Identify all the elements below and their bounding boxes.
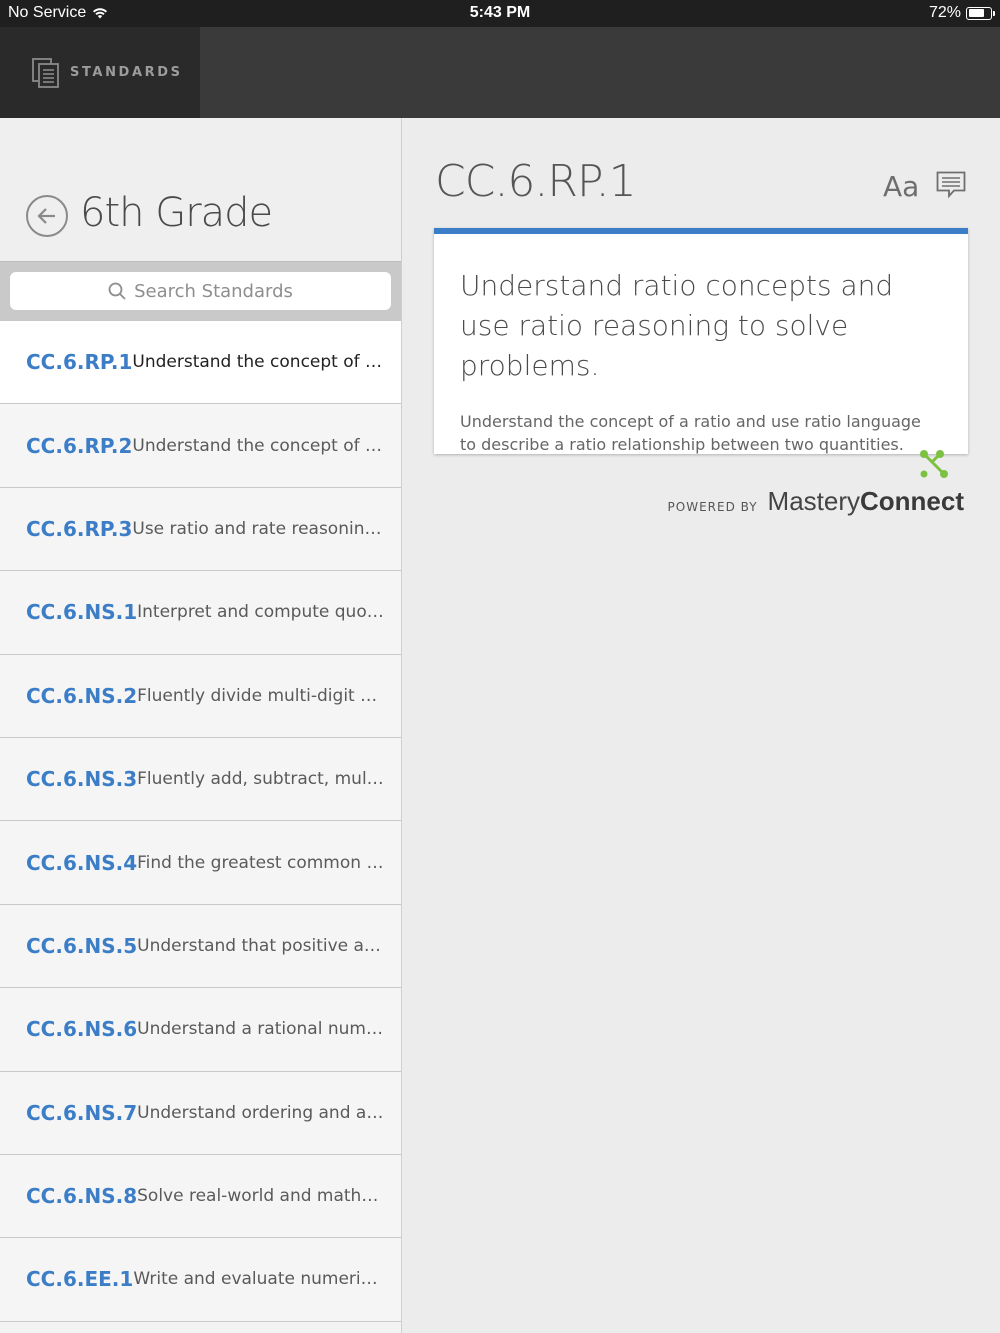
standards-icon bbox=[32, 57, 59, 88]
battery-fill bbox=[968, 9, 984, 17]
standard-desc: Understand the concept of a u... bbox=[132, 435, 383, 456]
list-item[interactable]: CC.6.NS.5 Understand that positive and..… bbox=[0, 904, 401, 989]
tab-standards[interactable]: STANDARDS bbox=[0, 27, 200, 118]
status-bar: No Service 5:43 PM 72% bbox=[0, 0, 1000, 27]
back-button[interactable] bbox=[26, 195, 68, 237]
standard-code: CC.6.NS.2 bbox=[26, 683, 138, 708]
detail-title: CC.6.RP.1 bbox=[435, 156, 637, 207]
status-right: 72% bbox=[928, 4, 995, 22]
font-size-button[interactable]: Aa bbox=[883, 170, 919, 203]
search-bar: Search Standards bbox=[0, 261, 401, 321]
tab-standards-label: STANDARDS bbox=[70, 65, 183, 80]
list-item[interactable]: CC.6.RP.1 Understand the concept of a r.… bbox=[0, 321, 401, 405]
top-nav: STANDARDS bbox=[0, 27, 1000, 118]
card-heading: Understand ratio concepts and use ratio … bbox=[460, 269, 894, 382]
search-input[interactable]: Search Standards bbox=[10, 272, 391, 310]
standard-desc: Write and evaluate numerical e... bbox=[133, 1269, 384, 1290]
powered-by-footer: POWERED BY MasteryConnect bbox=[667, 450, 964, 517]
standard-desc: Understand a rational number... bbox=[137, 1019, 388, 1040]
grade-header: 6th Grade bbox=[0, 118, 401, 261]
standard-code: CC.6.NS.3 bbox=[26, 767, 138, 792]
list-item[interactable]: CC.6.NS.6 Understand a rational number..… bbox=[0, 988, 401, 1072]
standards-list: CC.6.RP.1 Understand the concept of a r.… bbox=[0, 321, 401, 1322]
comment-icon[interactable] bbox=[936, 171, 966, 199]
list-item[interactable]: CC.6.NS.2 Fluently divide multi-digit nu… bbox=[0, 654, 401, 738]
standard-code: CC.6.NS.6 bbox=[26, 1017, 138, 1042]
list-item[interactable]: CC.6.NS.8 Solve real-world and mathema..… bbox=[0, 1154, 401, 1239]
list-item[interactable]: CC.6.RP.2 Understand the concept of a u.… bbox=[0, 404, 401, 488]
list-item[interactable]: CC.6.RP.3 Use ratio and rate reasoning t… bbox=[0, 487, 401, 572]
list-item[interactable]: CC.6.NS.1 Interpret and compute quotie..… bbox=[0, 571, 401, 655]
brand-light: Mastery bbox=[767, 486, 860, 516]
battery-percent: 72% bbox=[928, 4, 961, 21]
standard-code: CC.6.RP.2 bbox=[26, 433, 133, 458]
search-icon bbox=[108, 282, 126, 300]
standard-desc: Solve real-world and mathema... bbox=[137, 1186, 388, 1207]
grade-title: 6th Grade bbox=[80, 190, 273, 236]
standard-code: CC.6.RP.1 bbox=[26, 350, 133, 375]
masteryconnect-logo-icon bbox=[920, 450, 948, 478]
standard-code: CC.6.NS.5 bbox=[26, 933, 138, 958]
standard-code: CC.6.NS.1 bbox=[26, 600, 138, 625]
standard-desc: Use ratio and rate reasoning t... bbox=[132, 518, 383, 539]
standards-sidebar: 6th Grade Search Standards CC.6.RP.1 Und… bbox=[0, 118, 402, 1333]
standard-desc: Understand that positive and... bbox=[137, 935, 388, 956]
standard-code: CC.6.RP.3 bbox=[26, 516, 133, 541]
list-item[interactable]: CC.6.EE.1 Write and evaluate numerical e… bbox=[0, 1238, 401, 1322]
standard-desc: Find the greatest common fact... bbox=[137, 852, 387, 873]
card-body: Understand the concept of a ratio and us… bbox=[460, 412, 921, 454]
status-time: 5:43 PM bbox=[469, 4, 531, 21]
list-item[interactable]: CC.6.NS.3 Fluently add, subtract, multip… bbox=[0, 737, 401, 822]
brand-bold: Connect bbox=[860, 486, 964, 516]
standard-desc: Fluently divide multi-digit num... bbox=[137, 685, 388, 706]
search-placeholder: Search Standards bbox=[134, 280, 293, 302]
standard-desc: Interpret and compute quotie... bbox=[137, 602, 388, 623]
standard-desc: Understand ordering and abso... bbox=[137, 1102, 388, 1123]
standard-detail: CC.6.RP.1 Aa Understand ratio concepts a… bbox=[403, 118, 1000, 1333]
arrow-left-icon bbox=[37, 208, 55, 224]
standard-card: Understand ratio concepts and use ratio … bbox=[434, 228, 968, 454]
standard-code: CC.6.NS.8 bbox=[26, 1184, 138, 1209]
masteryconnect-logo: MasteryConnect bbox=[767, 450, 964, 517]
powered-by-label: POWERED BY bbox=[667, 500, 758, 514]
standard-desc: Fluently add, subtract, multiply,... bbox=[137, 769, 388, 790]
standard-code: CC.6.NS.4 bbox=[26, 850, 138, 875]
standard-code: CC.6.NS.7 bbox=[26, 1100, 138, 1125]
list-item[interactable]: CC.6.NS.4 Find the greatest common fact.… bbox=[0, 821, 401, 905]
battery-icon bbox=[966, 6, 995, 20]
list-item[interactable]: CC.6.NS.7 Understand ordering and abso..… bbox=[0, 1071, 401, 1155]
standard-desc: Understand the concept of a r... bbox=[132, 352, 383, 373]
standard-code: CC.6.EE.1 bbox=[26, 1267, 134, 1292]
